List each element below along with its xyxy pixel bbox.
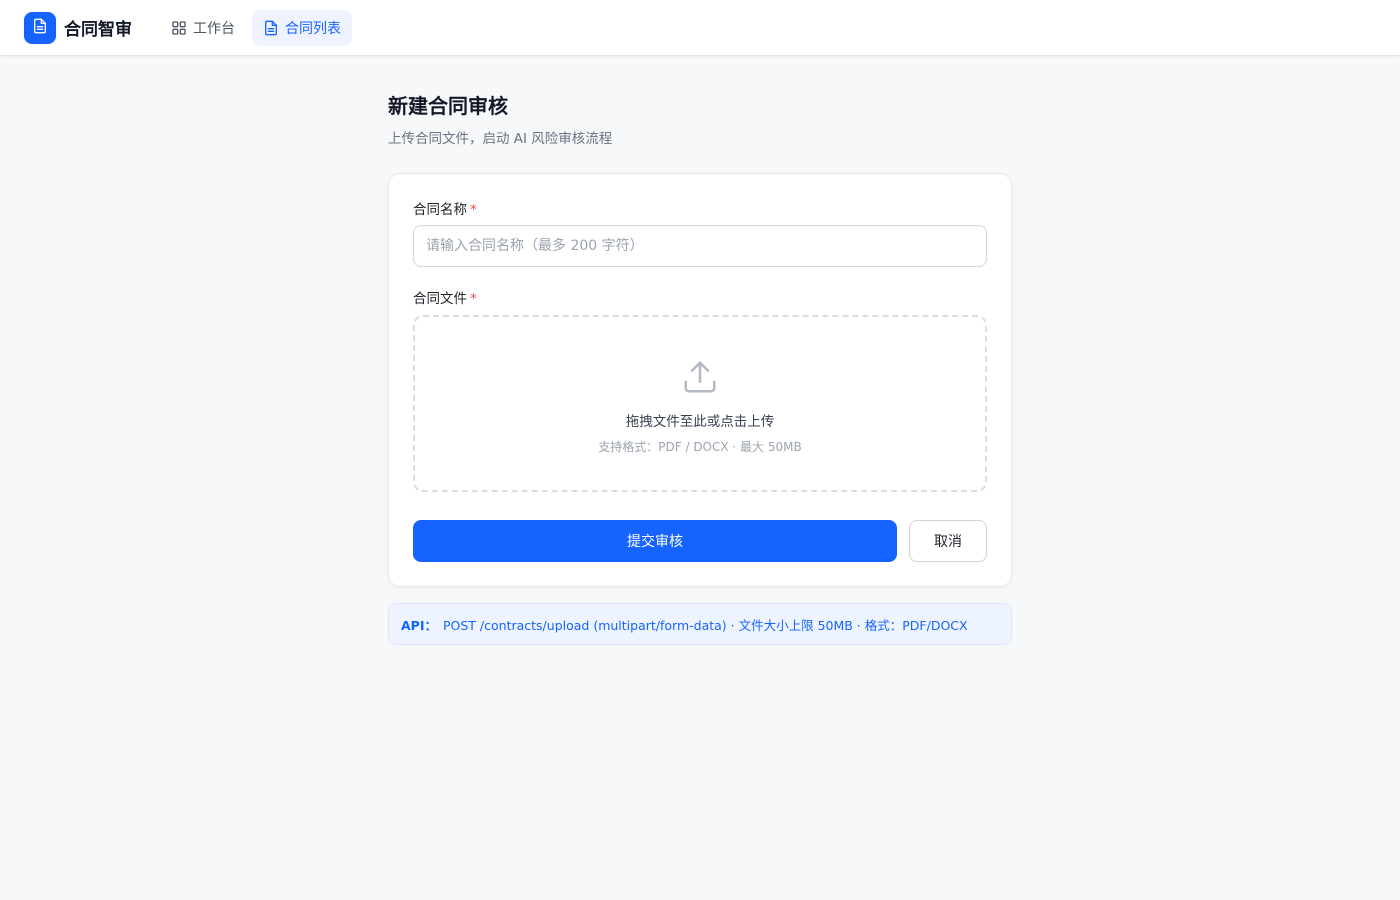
contract-name-label: 合同名称 * [413,202,477,218]
contract-name-field: 合同名称 * [413,198,987,267]
page-subtitle: 上传合同文件，启动 AI 风险审核流程 [388,131,613,147]
main-content: 新建合同审核 上传合同文件，启动 AI 风险审核流程 合同名称* 合同文件* 拖… [388,56,1012,645]
file-dropzone[interactable]: 拖拽文件至此或点击上传 支持格式：PDF / DOCX · 最大 50MB [413,315,987,492]
api-note-text: POST /contracts/upload (multipart/form-d… [443,617,968,633]
page-title: 新建合同审核 [388,94,508,118]
api-note: API： POST /contracts/upload (multipart/f… [388,603,1012,645]
brand[interactable]: 合同智审 [24,11,132,44]
brand-logo [24,11,56,44]
grid-icon [171,20,187,36]
nav-item-label: 合同列表 [285,20,341,37]
contract-file-field: 合同文件 * 拖拽文件至此或点击上传 支持格式：PDF / DOCX · 最大 5… [413,287,987,492]
dropzone-hint: 支持格式：PDF / DOCX · 最大 50MB [598,440,802,454]
api-note-label: API： [401,617,437,633]
brand-name: 合同智审 [64,20,132,40]
nav-item-contract-list[interactable]: 合同列表 [252,9,352,46]
contract-form-card: 合同名称* 合同文件* 拖拽文件至此或点击上传 支持格式：PDF / DOCX … [388,173,1012,587]
required-mark: * [470,202,477,218]
nav-item-workbench[interactable]: 工作台 [160,10,246,46]
submit-review-button[interactable]: 提交审核 [413,520,897,562]
contract-file-label: 合同文件 * [413,291,477,307]
cancel-button[interactable]: 取消 [909,520,987,562]
dropzone-text: 拖拽文件至此或点击上传 [625,414,775,430]
top-bar: 合同智审 工作台 合同列表 [0,0,1400,56]
contract-name-input[interactable] [413,225,987,267]
nav-item-label: 工作台 [193,20,235,37]
document-icon [32,18,48,38]
main-nav: 工作台 合同列表 [160,9,352,46]
document-icon [263,20,279,36]
required-mark: * [470,291,477,307]
form-actions: 提交审核 取消 [413,520,987,562]
upload-icon [681,358,719,400]
